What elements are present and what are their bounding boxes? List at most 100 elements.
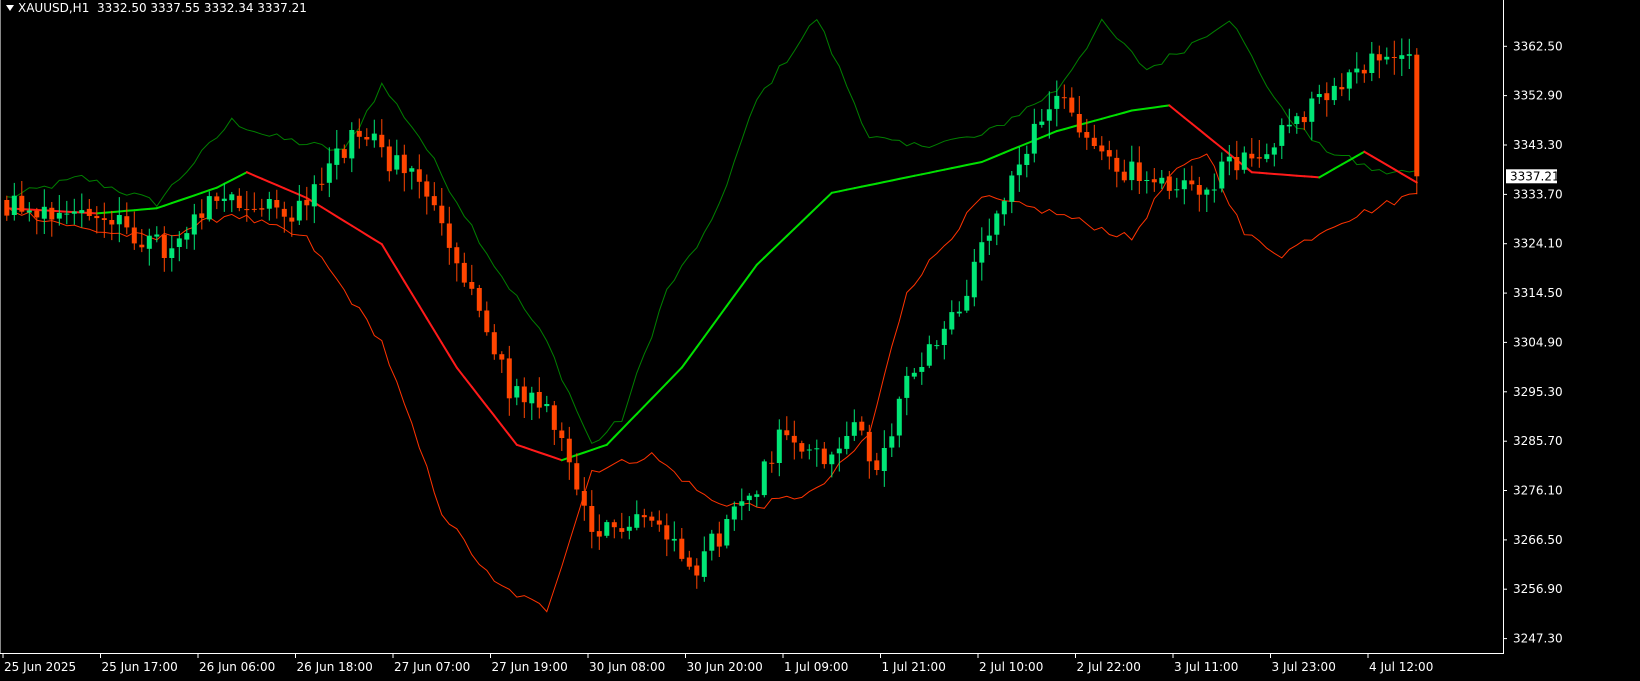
candle-body (904, 375, 910, 398)
moving-average-segment (343, 220, 353, 227)
candle-body (574, 463, 580, 490)
candle-body (1016, 164, 1022, 176)
moving-average-segment (245, 171, 256, 177)
candle-body (41, 206, 47, 219)
candle-body (349, 130, 355, 159)
moving-average-segment (980, 157, 991, 163)
moving-average-segment (553, 456, 563, 462)
price-chart[interactable]: 3362.50 3352.90 3343.30 3333.70 3324.10 3314.… (0, 0, 1640, 681)
price-axis-label: 3304.90 (1513, 335, 1563, 349)
moving-average-segment (1325, 167, 1336, 175)
candle-body (559, 430, 565, 438)
moving-average-segment (793, 220, 803, 230)
candle-body (379, 134, 385, 148)
candle-body (1039, 121, 1045, 125)
candle-body (4, 200, 10, 216)
candle-body (1069, 97, 1075, 113)
candle-body (446, 223, 452, 248)
candle-body (986, 235, 992, 241)
candle-body (1339, 87, 1345, 90)
moving-average-segment (1018, 142, 1028, 148)
moving-average-segment (718, 304, 728, 318)
price-axis-label: 3276.10 (1513, 484, 1563, 498)
candle-body (746, 495, 752, 501)
moving-average-segment (185, 194, 196, 199)
moving-average-segment (928, 170, 938, 174)
candle-body (581, 491, 587, 506)
price-axis-label: 3314.50 (1513, 286, 1563, 300)
candle-body (491, 332, 497, 355)
moving-average-segment (365, 234, 376, 241)
moving-average-segment (950, 165, 961, 170)
candle-body (244, 209, 250, 211)
candle-body (971, 261, 977, 298)
candle-body (536, 392, 542, 408)
time-axis-label: 27 Jun 19:00 (492, 660, 568, 674)
candle-body (169, 248, 175, 258)
moving-average-segment (785, 227, 796, 237)
moving-average-segment (1213, 140, 1223, 149)
moving-average-segment (388, 255, 398, 270)
moving-average-segment (1123, 109, 1133, 114)
candle-body (596, 531, 602, 537)
candle-body (1129, 161, 1135, 181)
candle-body (1391, 57, 1397, 58)
moving-average-segment (508, 434, 518, 446)
price-axis-label: 3266.50 (1513, 533, 1563, 547)
moving-average-segment (455, 366, 466, 379)
moving-average-segment (1310, 175, 1321, 179)
moving-average-segment (440, 342, 451, 357)
moving-average-segment (673, 366, 683, 377)
candle-body (469, 282, 475, 289)
candle-body (829, 454, 835, 465)
candle-body (1204, 189, 1210, 195)
candle-body (506, 358, 512, 399)
candle-body (154, 234, 160, 237)
moving-average-segment (200, 189, 211, 194)
moving-average-segment (425, 317, 436, 332)
moving-average-segment (1250, 171, 1261, 174)
moving-average-segment (613, 428, 623, 438)
moving-average-segment (523, 446, 533, 451)
candle-body (664, 525, 670, 540)
candle-body (229, 194, 235, 201)
moving-average-segment (973, 161, 983, 165)
candle-body (499, 354, 505, 360)
moving-average-segment (943, 167, 953, 171)
moving-average-segment (635, 405, 646, 415)
moving-average-segment (1400, 172, 1411, 180)
candle-body (1084, 132, 1090, 138)
moving-average-segment (350, 224, 361, 232)
candle-body (221, 198, 227, 201)
moving-average-segment (1168, 104, 1178, 113)
candle-body (71, 211, 77, 214)
candle-body (394, 155, 400, 170)
moving-average-segment (958, 164, 968, 168)
moving-average-segment (920, 171, 931, 176)
time-axis-label: 4 Jul 12:00 (1369, 660, 1433, 674)
moving-average-segment (898, 176, 908, 180)
moving-average-segment (395, 267, 406, 283)
moving-average-segment (463, 376, 473, 388)
candle-body (184, 233, 190, 240)
moving-average-segment (620, 420, 631, 431)
candle-body (341, 149, 347, 158)
candle-body (1331, 85, 1337, 101)
moving-average-segment (665, 374, 676, 385)
moving-average-segment (215, 182, 226, 189)
moving-average-segment (95, 211, 106, 215)
candle-body (1091, 137, 1097, 146)
candle-body (814, 448, 820, 450)
moving-average-segment (58, 210, 68, 213)
moving-average-segment (1085, 119, 1096, 124)
moving-average-segment (680, 356, 691, 369)
candle-body (11, 195, 17, 215)
candle-body (521, 386, 527, 403)
candle-body (386, 146, 392, 172)
candle-body (724, 519, 730, 546)
candle-body (1099, 145, 1105, 152)
time-axis-label: 30 Jun 08:00 (589, 660, 665, 674)
price-axis-label: 3285.70 (1513, 434, 1563, 448)
candle-body (1166, 176, 1172, 191)
time-axis-label: 30 Jun 20:00 (687, 660, 763, 674)
